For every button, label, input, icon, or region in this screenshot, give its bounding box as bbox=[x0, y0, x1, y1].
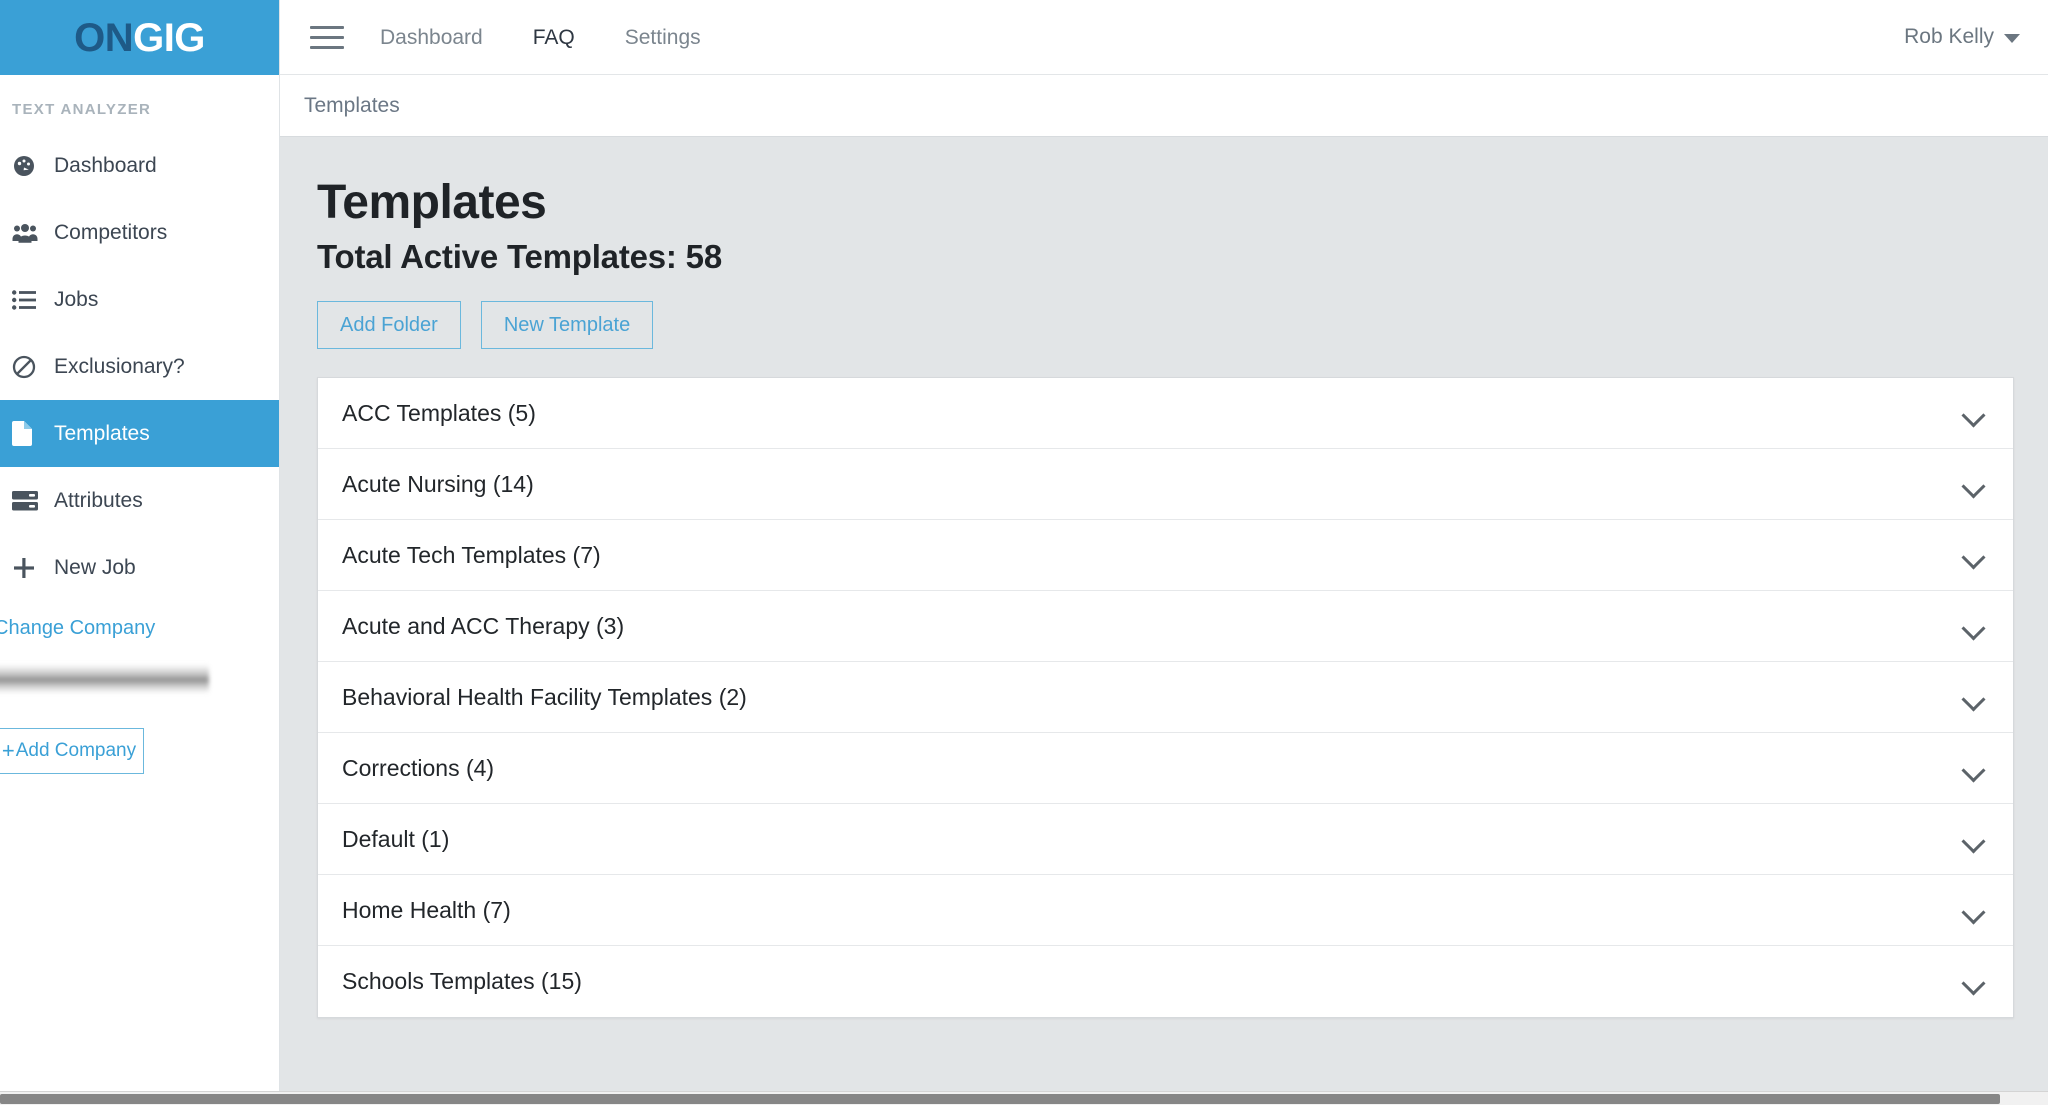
chevron-down-icon[interactable] bbox=[1963, 478, 1985, 491]
breadcrumb: Templates bbox=[280, 75, 2048, 137]
hamburger-bar bbox=[310, 25, 344, 29]
hamburger-bar bbox=[310, 35, 344, 39]
top-nav-dashboard[interactable]: Dashboard bbox=[380, 27, 483, 48]
logo-text-gig: GIG bbox=[133, 15, 205, 60]
folder-row[interactable]: Acute and ACC Therapy (3) bbox=[318, 591, 2013, 663]
server-icon bbox=[12, 490, 42, 512]
sidebar-item-label: Dashboard bbox=[54, 154, 157, 177]
folder-label: Acute Tech Templates (7) bbox=[342, 541, 601, 568]
folder-row[interactable]: Home Health (7) bbox=[318, 875, 2013, 947]
app-root: ONGIG TEXT ANALYZER Dashboard Competitor… bbox=[0, 0, 2048, 1105]
sidebar-item-new-job[interactable]: New Job bbox=[0, 534, 279, 601]
folder-label: Schools Templates (15) bbox=[342, 968, 582, 995]
sidebar-item-label: Attributes bbox=[54, 489, 143, 512]
folder-label: Default (1) bbox=[342, 825, 450, 852]
chevron-down-icon[interactable] bbox=[1963, 833, 1985, 846]
folder-label: Corrections (4) bbox=[342, 754, 495, 781]
sidebar-item-label: Exclusionary? bbox=[54, 355, 185, 378]
logo-text: ONGIG bbox=[74, 18, 205, 58]
chevron-down-icon[interactable] bbox=[1963, 904, 1985, 917]
brand-logo[interactable]: ONGIG bbox=[0, 0, 279, 75]
folder-label: Behavioral Health Facility Templates (2) bbox=[342, 683, 747, 710]
folder-label: Acute Nursing (14) bbox=[342, 470, 534, 497]
folder-label: Acute and ACC Therapy (3) bbox=[342, 612, 625, 639]
folder-label: ACC Templates (5) bbox=[342, 399, 536, 426]
sidebar-section-title: TEXT ANALYZER bbox=[12, 101, 152, 118]
chevron-down-icon bbox=[2004, 34, 2020, 43]
hamburger-bar bbox=[310, 45, 344, 49]
chevron-down-icon[interactable] bbox=[1963, 407, 1985, 420]
chevron-down-icon[interactable] bbox=[1963, 975, 1985, 988]
sidebar-item-dashboard[interactable]: Dashboard bbox=[0, 132, 279, 199]
sidebar: ONGIG TEXT ANALYZER Dashboard Competitor… bbox=[0, 0, 280, 1105]
sidebar-item-exclusionary[interactable]: Exclusionary? bbox=[0, 333, 279, 400]
add-company-label: Add Company bbox=[15, 740, 137, 761]
chevron-down-icon[interactable] bbox=[1963, 691, 1985, 704]
sidebar-item-label: New Job bbox=[54, 556, 136, 579]
sidebar-item-attributes[interactable]: Attributes bbox=[0, 467, 279, 534]
change-company-link[interactable]: Change Company bbox=[0, 601, 279, 654]
sidebar-item-competitors[interactable]: Competitors bbox=[0, 199, 279, 266]
topbar: Dashboard FAQ Settings Rob Kelly bbox=[280, 0, 2048, 75]
folder-row[interactable]: ACC Templates (5) bbox=[318, 378, 2013, 450]
chevron-down-icon[interactable] bbox=[1963, 620, 1985, 633]
tachometer-icon bbox=[12, 154, 42, 178]
users-icon bbox=[12, 223, 42, 243]
breadcrumb-current[interactable]: Templates bbox=[304, 94, 400, 118]
folder-row[interactable]: Behavioral Health Facility Templates (2) bbox=[318, 662, 2013, 734]
content-panel: Templates Total Active Templates: 58 Add… bbox=[280, 137, 2048, 1105]
chevron-down-icon[interactable] bbox=[1963, 549, 1985, 562]
folder-row[interactable]: Acute Nursing (14) bbox=[318, 449, 2013, 521]
sidebar-item-templates[interactable]: Templates bbox=[0, 400, 279, 467]
action-buttons: Add Folder New Template bbox=[317, 301, 2014, 350]
user-menu[interactable]: Rob Kelly bbox=[1904, 25, 2020, 49]
top-nav-settings[interactable]: Settings bbox=[625, 27, 701, 48]
ban-icon bbox=[12, 355, 42, 379]
total-active-templates: Total Active Templates: 58 bbox=[317, 237, 722, 275]
current-company-name-redacted bbox=[0, 664, 209, 694]
sidebar-item-label: Competitors bbox=[54, 221, 168, 244]
add-folder-button[interactable]: Add Folder bbox=[317, 301, 461, 350]
folder-row[interactable]: Acute Tech Templates (7) bbox=[318, 520, 2013, 592]
top-nav-faq[interactable]: FAQ bbox=[533, 27, 575, 48]
folder-label: Home Health (7) bbox=[342, 896, 511, 923]
sidebar-item-label: Jobs bbox=[54, 288, 99, 311]
add-company-button[interactable]: + Add Company bbox=[0, 728, 144, 774]
list-icon bbox=[12, 289, 42, 310]
chevron-down-icon[interactable] bbox=[1963, 762, 1985, 775]
user-name: Rob Kelly bbox=[1904, 25, 1994, 48]
sidebar-item-label: Templates bbox=[54, 422, 150, 445]
plus-icon: + bbox=[1, 738, 15, 763]
sidebar-item-jobs[interactable]: Jobs bbox=[0, 266, 279, 333]
new-template-button[interactable]: New Template bbox=[480, 301, 654, 350]
horizontal-scrollbar[interactable] bbox=[0, 1091, 2048, 1105]
plus-icon bbox=[12, 556, 42, 580]
top-nav: Dashboard FAQ Settings bbox=[380, 27, 701, 48]
folder-row[interactable]: Default (1) bbox=[318, 804, 2013, 876]
folder-row[interactable]: Corrections (4) bbox=[318, 733, 2013, 805]
logo-text-on: ON bbox=[74, 15, 134, 60]
sidebar-nav: Dashboard Competitors Jobs Exclusionary?… bbox=[0, 132, 279, 601]
folder-row[interactable]: Schools Templates (15) bbox=[318, 946, 2013, 1018]
page-title: Templates bbox=[317, 176, 547, 229]
main-area: Dashboard FAQ Settings Rob Kelly Templat… bbox=[280, 0, 2048, 1105]
hamburger-icon[interactable] bbox=[310, 22, 344, 52]
file-icon bbox=[12, 421, 42, 446]
template-folder-list: ACC Templates (5) Acute Nursing (14) Acu… bbox=[317, 377, 2014, 1019]
horizontal-scrollbar-thumb[interactable] bbox=[0, 1094, 2000, 1104]
